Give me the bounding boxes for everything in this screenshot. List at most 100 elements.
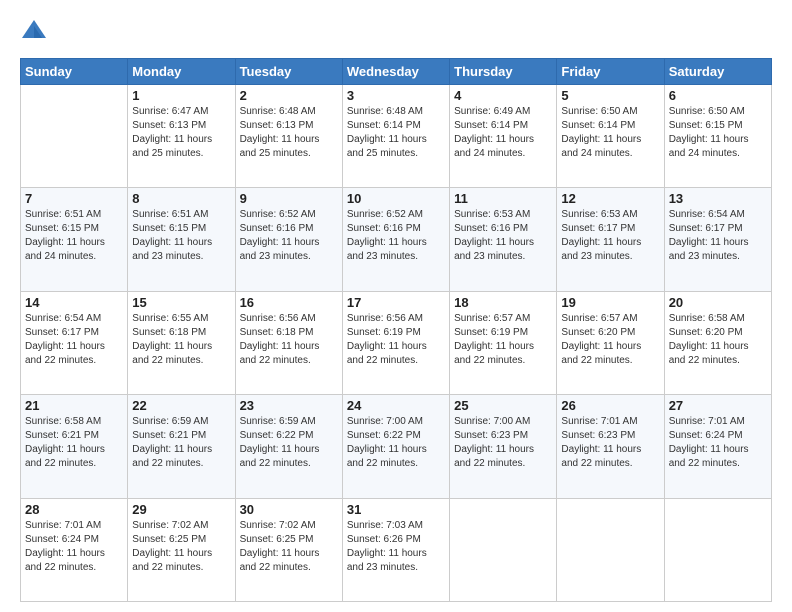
calendar-week-row: 1 Sunrise: 6:47 AMSunset: 6:13 PMDayligh… [21, 85, 772, 188]
cell-info: Sunrise: 6:57 AMSunset: 6:19 PMDaylight:… [454, 312, 552, 368]
cell-info: Sunrise: 6:49 AMSunset: 6:14 PMDaylight:… [454, 105, 552, 161]
cell-info: Sunrise: 7:00 AMSunset: 6:22 PMDaylight:… [347, 415, 445, 471]
cell-info: Sunrise: 7:00 AMSunset: 6:23 PMDaylight:… [454, 415, 552, 471]
cell-info: Sunrise: 6:50 AMSunset: 6:14 PMDaylight:… [561, 105, 659, 161]
calendar-cell: 19 Sunrise: 6:57 AMSunset: 6:20 PMDaylig… [557, 291, 664, 394]
day-number: 11 [454, 191, 552, 206]
cell-info: Sunrise: 6:57 AMSunset: 6:20 PMDaylight:… [561, 312, 659, 368]
calendar-cell: 30 Sunrise: 7:02 AMSunset: 6:25 PMDaylig… [235, 498, 342, 601]
cell-info: Sunrise: 7:02 AMSunset: 6:25 PMDaylight:… [240, 519, 338, 575]
day-number: 27 [669, 398, 767, 413]
calendar-cell: 17 Sunrise: 6:56 AMSunset: 6:19 PMDaylig… [342, 291, 449, 394]
day-number: 6 [669, 88, 767, 103]
day-number: 31 [347, 502, 445, 517]
day-number: 26 [561, 398, 659, 413]
calendar-cell [450, 498, 557, 601]
header [20, 18, 772, 46]
logo-icon [20, 18, 48, 46]
calendar-cell: 28 Sunrise: 7:01 AMSunset: 6:24 PMDaylig… [21, 498, 128, 601]
day-number: 10 [347, 191, 445, 206]
day-number: 14 [25, 295, 123, 310]
calendar-week-row: 14 Sunrise: 6:54 AMSunset: 6:17 PMDaylig… [21, 291, 772, 394]
day-number: 19 [561, 295, 659, 310]
cell-info: Sunrise: 6:58 AMSunset: 6:21 PMDaylight:… [25, 415, 123, 471]
calendar-cell: 7 Sunrise: 6:51 AMSunset: 6:15 PMDayligh… [21, 188, 128, 291]
day-number: 8 [132, 191, 230, 206]
cell-info: Sunrise: 6:54 AMSunset: 6:17 PMDaylight:… [669, 208, 767, 264]
day-number: 3 [347, 88, 445, 103]
day-number: 24 [347, 398, 445, 413]
day-number: 28 [25, 502, 123, 517]
calendar-cell: 25 Sunrise: 7:00 AMSunset: 6:23 PMDaylig… [450, 395, 557, 498]
cell-info: Sunrise: 6:58 AMSunset: 6:20 PMDaylight:… [669, 312, 767, 368]
cell-info: Sunrise: 6:59 AMSunset: 6:21 PMDaylight:… [132, 415, 230, 471]
day-number: 16 [240, 295, 338, 310]
calendar-cell: 14 Sunrise: 6:54 AMSunset: 6:17 PMDaylig… [21, 291, 128, 394]
calendar-cell [557, 498, 664, 601]
calendar-cell: 9 Sunrise: 6:52 AMSunset: 6:16 PMDayligh… [235, 188, 342, 291]
day-number: 7 [25, 191, 123, 206]
day-number: 12 [561, 191, 659, 206]
day-number: 17 [347, 295, 445, 310]
page: SundayMondayTuesdayWednesdayThursdayFrid… [0, 0, 792, 612]
calendar-table: SundayMondayTuesdayWednesdayThursdayFrid… [20, 58, 772, 602]
cell-info: Sunrise: 6:56 AMSunset: 6:19 PMDaylight:… [347, 312, 445, 368]
calendar-day-header: Wednesday [342, 59, 449, 85]
calendar-day-header: Friday [557, 59, 664, 85]
cell-info: Sunrise: 6:51 AMSunset: 6:15 PMDaylight:… [25, 208, 123, 264]
calendar-week-row: 7 Sunrise: 6:51 AMSunset: 6:15 PMDayligh… [21, 188, 772, 291]
day-number: 5 [561, 88, 659, 103]
calendar-cell: 6 Sunrise: 6:50 AMSunset: 6:15 PMDayligh… [664, 85, 771, 188]
calendar-cell: 21 Sunrise: 6:58 AMSunset: 6:21 PMDaylig… [21, 395, 128, 498]
calendar-cell: 20 Sunrise: 6:58 AMSunset: 6:20 PMDaylig… [664, 291, 771, 394]
cell-info: Sunrise: 6:51 AMSunset: 6:15 PMDaylight:… [132, 208, 230, 264]
calendar-cell: 4 Sunrise: 6:49 AMSunset: 6:14 PMDayligh… [450, 85, 557, 188]
cell-info: Sunrise: 7:01 AMSunset: 6:24 PMDaylight:… [25, 519, 123, 575]
calendar-cell: 11 Sunrise: 6:53 AMSunset: 6:16 PMDaylig… [450, 188, 557, 291]
day-number: 2 [240, 88, 338, 103]
day-number: 18 [454, 295, 552, 310]
cell-info: Sunrise: 6:52 AMSunset: 6:16 PMDaylight:… [240, 208, 338, 264]
calendar-cell: 26 Sunrise: 7:01 AMSunset: 6:23 PMDaylig… [557, 395, 664, 498]
cell-info: Sunrise: 6:53 AMSunset: 6:17 PMDaylight:… [561, 208, 659, 264]
cell-info: Sunrise: 6:59 AMSunset: 6:22 PMDaylight:… [240, 415, 338, 471]
calendar-cell: 5 Sunrise: 6:50 AMSunset: 6:14 PMDayligh… [557, 85, 664, 188]
cell-info: Sunrise: 7:03 AMSunset: 6:26 PMDaylight:… [347, 519, 445, 575]
calendar-cell: 15 Sunrise: 6:55 AMSunset: 6:18 PMDaylig… [128, 291, 235, 394]
cell-info: Sunrise: 6:55 AMSunset: 6:18 PMDaylight:… [132, 312, 230, 368]
cell-info: Sunrise: 7:01 AMSunset: 6:23 PMDaylight:… [561, 415, 659, 471]
calendar-cell [664, 498, 771, 601]
cell-info: Sunrise: 6:50 AMSunset: 6:15 PMDaylight:… [669, 105, 767, 161]
calendar-cell: 8 Sunrise: 6:51 AMSunset: 6:15 PMDayligh… [128, 188, 235, 291]
calendar-week-row: 28 Sunrise: 7:01 AMSunset: 6:24 PMDaylig… [21, 498, 772, 601]
day-number: 29 [132, 502, 230, 517]
calendar-cell: 16 Sunrise: 6:56 AMSunset: 6:18 PMDaylig… [235, 291, 342, 394]
calendar-day-header: Sunday [21, 59, 128, 85]
cell-info: Sunrise: 6:54 AMSunset: 6:17 PMDaylight:… [25, 312, 123, 368]
calendar-cell: 13 Sunrise: 6:54 AMSunset: 6:17 PMDaylig… [664, 188, 771, 291]
calendar-cell: 23 Sunrise: 6:59 AMSunset: 6:22 PMDaylig… [235, 395, 342, 498]
cell-info: Sunrise: 7:01 AMSunset: 6:24 PMDaylight:… [669, 415, 767, 471]
cell-info: Sunrise: 7:02 AMSunset: 6:25 PMDaylight:… [132, 519, 230, 575]
calendar-header-row: SundayMondayTuesdayWednesdayThursdayFrid… [21, 59, 772, 85]
day-number: 22 [132, 398, 230, 413]
calendar-week-row: 21 Sunrise: 6:58 AMSunset: 6:21 PMDaylig… [21, 395, 772, 498]
day-number: 25 [454, 398, 552, 413]
calendar-cell: 2 Sunrise: 6:48 AMSunset: 6:13 PMDayligh… [235, 85, 342, 188]
day-number: 20 [669, 295, 767, 310]
cell-info: Sunrise: 6:52 AMSunset: 6:16 PMDaylight:… [347, 208, 445, 264]
calendar-day-header: Tuesday [235, 59, 342, 85]
calendar-day-header: Thursday [450, 59, 557, 85]
calendar-cell: 29 Sunrise: 7:02 AMSunset: 6:25 PMDaylig… [128, 498, 235, 601]
cell-info: Sunrise: 6:47 AMSunset: 6:13 PMDaylight:… [132, 105, 230, 161]
day-number: 21 [25, 398, 123, 413]
calendar-cell: 12 Sunrise: 6:53 AMSunset: 6:17 PMDaylig… [557, 188, 664, 291]
calendar-cell: 22 Sunrise: 6:59 AMSunset: 6:21 PMDaylig… [128, 395, 235, 498]
calendar-cell: 18 Sunrise: 6:57 AMSunset: 6:19 PMDaylig… [450, 291, 557, 394]
cell-info: Sunrise: 6:56 AMSunset: 6:18 PMDaylight:… [240, 312, 338, 368]
day-number: 4 [454, 88, 552, 103]
cell-info: Sunrise: 6:53 AMSunset: 6:16 PMDaylight:… [454, 208, 552, 264]
calendar-day-header: Monday [128, 59, 235, 85]
logo [20, 18, 52, 46]
cell-info: Sunrise: 6:48 AMSunset: 6:14 PMDaylight:… [347, 105, 445, 161]
